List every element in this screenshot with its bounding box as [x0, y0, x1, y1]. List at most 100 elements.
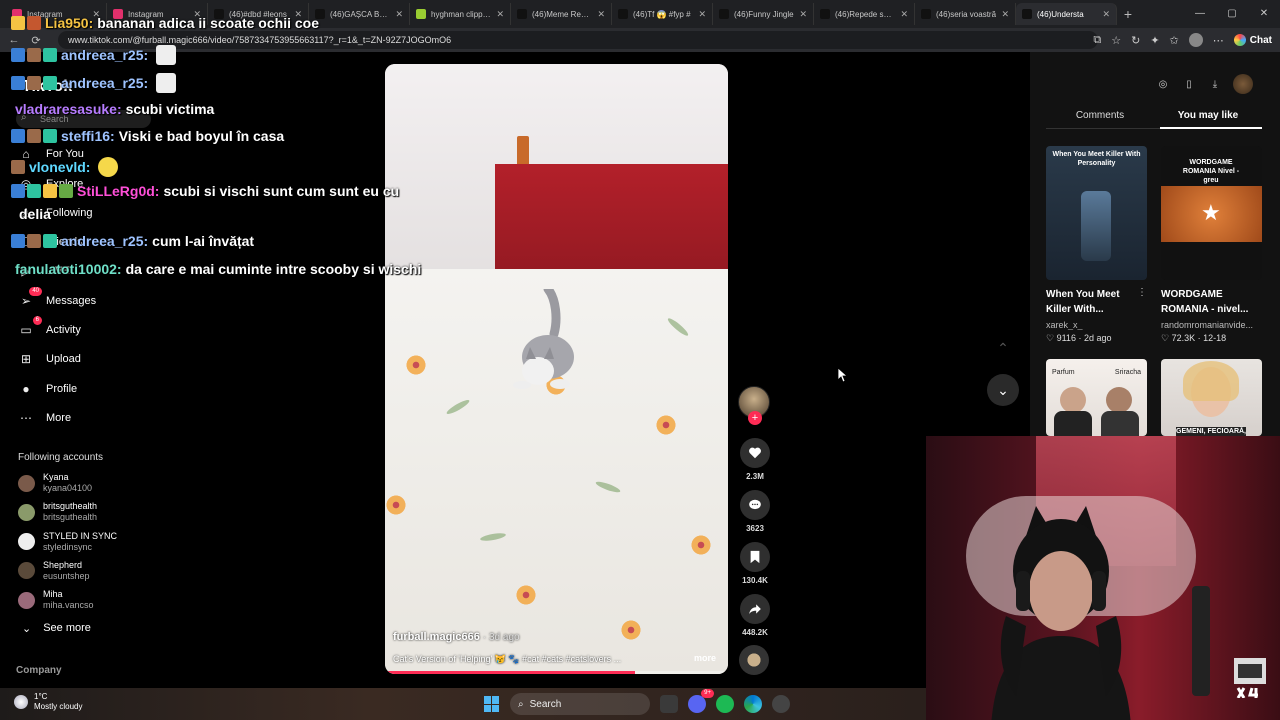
- tab-close-icon[interactable]: ✕: [496, 9, 504, 20]
- tab-close-icon[interactable]: ✕: [799, 9, 807, 20]
- chat-text: bananan adica ii scoate ochii coe: [97, 15, 319, 31]
- right-panel-toolbar: ◎ ▯ ⤓: [1155, 74, 1253, 94]
- account-handle: eusuntshep: [43, 570, 90, 581]
- browser-tab[interactable]: (46)Funny Jingle ✕: [713, 3, 814, 25]
- windows-start-icon[interactable]: [484, 696, 500, 712]
- browser-tab[interactable]: (46)Meme Rewin ✕: [511, 3, 612, 25]
- tab-comments[interactable]: Comments: [1046, 110, 1154, 121]
- share-button[interactable]: 448.2K: [739, 594, 771, 637]
- save-button[interactable]: 130.4K: [739, 542, 771, 585]
- previous-video-button[interactable]: ⌃: [987, 332, 1019, 364]
- tab-close-icon[interactable]: ✕: [395, 9, 403, 20]
- avatar: [18, 562, 35, 580]
- comment-button[interactable]: 3623: [739, 490, 771, 533]
- taskbar-search[interactable]: ⌕ Search: [510, 693, 650, 715]
- sidebar-item-more[interactable]: ⋯ More: [18, 410, 71, 426]
- following-account[interactable]: britsguthealth britsguthealth: [18, 501, 97, 523]
- puzzle-icon[interactable]: ✦: [1150, 34, 1159, 47]
- close-window-icon[interactable]: ✕: [1248, 0, 1280, 28]
- see-more-button[interactable]: ⌄ See more: [22, 622, 91, 635]
- url-field[interactable]: www.tiktok.com/@furball.magic666/video/7…: [58, 31, 1098, 49]
- browser-tab[interactable]: (46)GAȘCA BACA ✕: [309, 3, 410, 25]
- browser-tab[interactable]: (46)Tf 😱 #fyp # ✕: [612, 3, 713, 25]
- chat-badge-icon: [27, 16, 41, 30]
- discord-icon[interactable]: 9+: [688, 689, 714, 713]
- tab-close-icon[interactable]: ✕: [597, 9, 605, 20]
- minimize-icon[interactable]: —: [1184, 0, 1216, 28]
- recommended-video-thumb[interactable]: When You Meet Killer With Personality: [1046, 146, 1147, 280]
- chat-username: vladraresasuke:: [15, 101, 122, 117]
- tab-favicon-icon: [517, 9, 527, 19]
- chat-badge-icon: [11, 76, 25, 90]
- browser-tab[interactable]: (46)Repede sariti ✕: [814, 3, 915, 25]
- browser-tab[interactable]: (46)seria voastră ✕: [915, 3, 1016, 25]
- video-more-button[interactable]: more: [694, 653, 716, 663]
- follow-plus-icon[interactable]: +: [748, 411, 762, 425]
- like-count: 2.3M: [746, 472, 764, 481]
- avatar: [18, 591, 35, 609]
- chat-badge-icon: [11, 184, 25, 198]
- recommended-video-user[interactable]: randomromanianvide...: [1161, 320, 1261, 330]
- obs-icon[interactable]: [772, 695, 790, 713]
- recommended-video-thumb[interactable]: WORDGAME ROMANIA Nivel - greu ★: [1161, 146, 1262, 280]
- recommended-video-user[interactable]: xarek_x_: [1046, 320, 1146, 330]
- maximize-icon[interactable]: ▢: [1216, 0, 1248, 28]
- recommended-video-title[interactable]: When You Meet Killer With...: [1046, 287, 1146, 317]
- compass-icon[interactable]: ◎: [1155, 76, 1171, 92]
- spotify-icon[interactable]: [716, 695, 734, 713]
- following-account[interactable]: STYLED IN SYNC styledinsync: [18, 531, 117, 553]
- music-disc-icon[interactable]: [739, 645, 769, 675]
- tab-close-icon[interactable]: ✕: [1102, 9, 1110, 20]
- tab-label: (46)seria voastră: [936, 9, 997, 19]
- extensions-icon[interactable]: ⧉: [1093, 34, 1101, 47]
- tab-you-may-like[interactable]: You may like: [1160, 110, 1256, 121]
- browser-tab[interactable]: hyghman clipped ✕: [410, 3, 511, 25]
- copilot-chat-button[interactable]: Chat: [1233, 34, 1272, 46]
- tab-close-icon[interactable]: ✕: [900, 9, 908, 20]
- sidebar-item-activity[interactable]: ▭ 6 Activity: [18, 316, 81, 338]
- tab-label: (46)GAȘCA BACA: [330, 9, 391, 19]
- weather-widget[interactable]: 1°C Mostly cloudy: [14, 692, 82, 712]
- like-button[interactable]: 2.3M: [739, 438, 771, 481]
- following-account[interactable]: Kyana kyana04100: [18, 472, 92, 494]
- refresh-icon[interactable]: ↻: [1131, 34, 1140, 47]
- profile-avatar[interactable]: [1188, 33, 1203, 47]
- recommended-video-thumb[interactable]: Parfum Sriracha: [1046, 359, 1147, 436]
- video-player[interactable]: furball.magic666 · 3d ago Cat's Version …: [385, 64, 728, 674]
- activity-icon: ▭ 6: [18, 316, 42, 338]
- edge-icon[interactable]: [744, 695, 762, 713]
- tab-close-icon[interactable]: ✕: [698, 9, 706, 20]
- game-character: [1081, 191, 1111, 261]
- video-progress-bar[interactable]: [385, 671, 728, 674]
- sidebar-item-upload[interactable]: ⊞ Upload: [18, 351, 81, 367]
- copilot-icon: [1233, 34, 1246, 46]
- file-explorer-icon[interactable]: [660, 695, 678, 713]
- following-account[interactable]: Miha miha.vancso: [18, 589, 94, 611]
- phone-icon[interactable]: ▯: [1181, 76, 1197, 92]
- tab-label: (46)Understa: [1037, 9, 1084, 19]
- recommended-video-thumb[interactable]: GEMENI, FECIOARĂ,: [1161, 359, 1262, 436]
- chat-text: cum l-ai învățat: [152, 233, 255, 249]
- menu-icon[interactable]: ⋯: [1213, 34, 1224, 47]
- sidebar-item-profile[interactable]: ● Profile: [18, 381, 77, 397]
- user-avatar[interactable]: [1233, 74, 1253, 94]
- new-tab-button[interactable]: +: [1117, 6, 1139, 22]
- tab-close-icon[interactable]: ✕: [1001, 9, 1009, 20]
- tab-favicon-icon: [416, 9, 426, 19]
- favorites-icon[interactable]: ✩: [1170, 34, 1179, 47]
- sidebar-item-messages[interactable]: ➢ 40 Messages: [18, 287, 96, 309]
- avatar: [18, 533, 35, 551]
- account-name: Miha: [43, 589, 63, 600]
- bookmark-star-icon[interactable]: ☆: [1111, 34, 1121, 47]
- chat-text: scubi victima: [125, 101, 215, 117]
- sidebar-item-label: Profile: [46, 383, 78, 395]
- next-video-button[interactable]: ⌄: [987, 374, 1019, 406]
- browser-tab[interactable]: (46)Understa ✕: [1016, 3, 1117, 25]
- card-options-icon[interactable]: ⋮: [1137, 287, 1147, 298]
- download-icon[interactable]: ⤓: [1207, 76, 1223, 92]
- chat-message: vladraresasuke: scubi victima: [11, 101, 214, 117]
- recommended-video-title[interactable]: WORDGAME ROMANIA - nivel...: [1161, 287, 1261, 317]
- video-username[interactable]: furball.magic666 · 3d ago: [393, 631, 520, 643]
- company-link[interactable]: Company: [16, 665, 62, 676]
- following-account[interactable]: Shepherd eusuntshep: [18, 560, 90, 582]
